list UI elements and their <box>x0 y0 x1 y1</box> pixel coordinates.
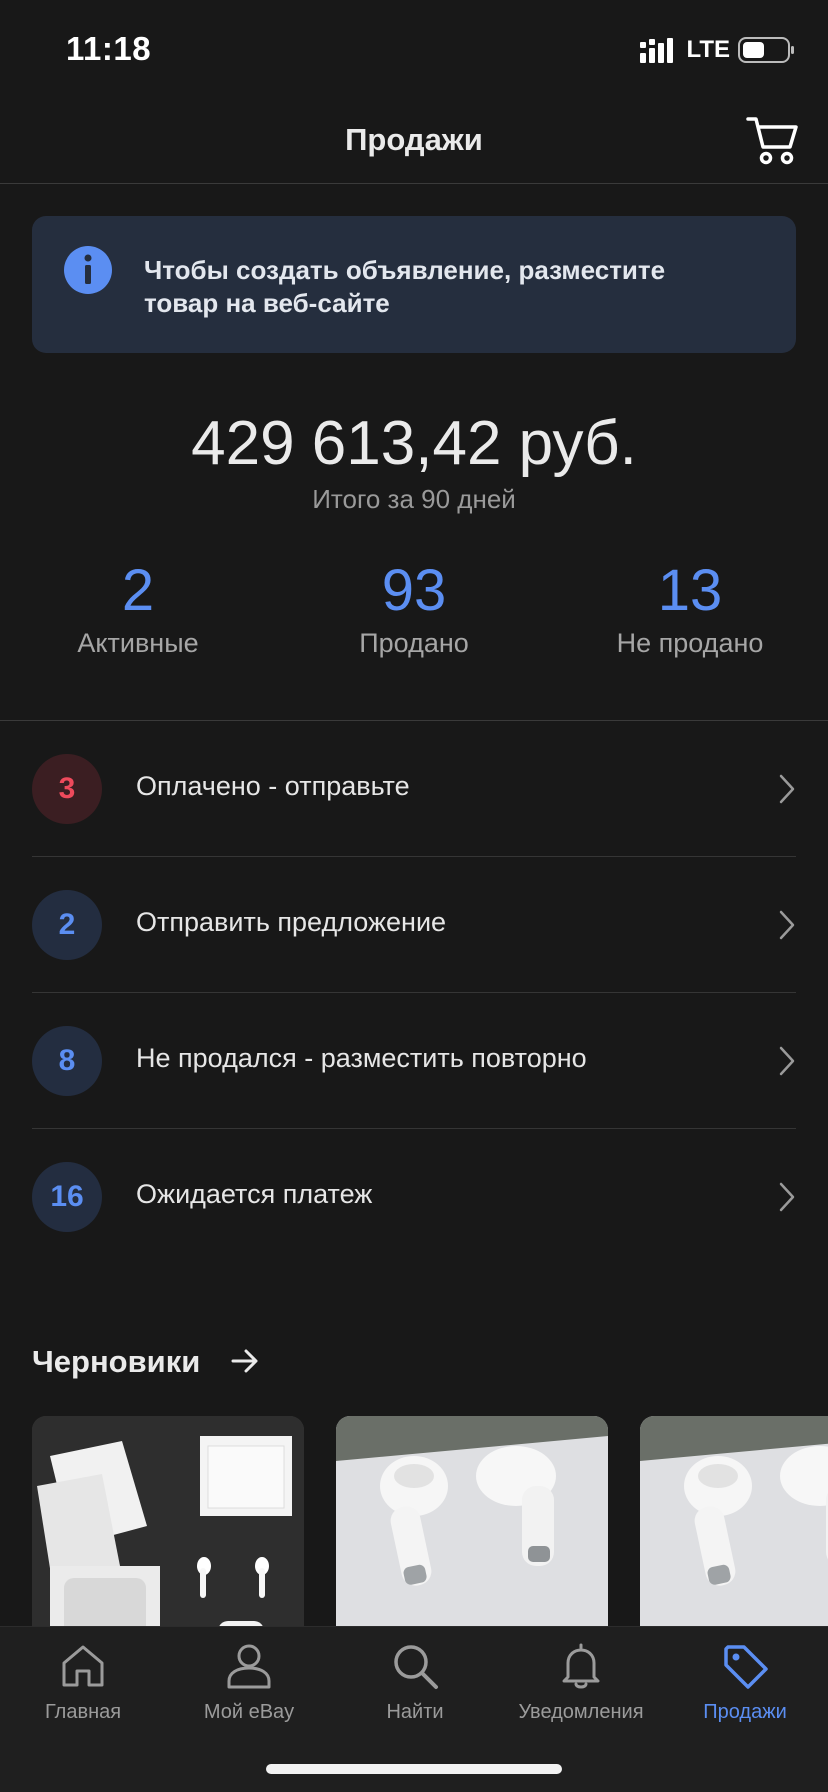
draft-thumbnail <box>640 1416 828 1626</box>
draft-thumbnail <box>32 1416 304 1626</box>
info-icon <box>64 246 112 294</box>
status-indicators: LTE <box>640 36 796 64</box>
stat-sold[interactable]: 93 Продано <box>276 558 552 659</box>
page-title: Продажи <box>345 122 483 157</box>
action-awaiting-payment[interactable]: 16 Ожидается платеж <box>32 1129 796 1265</box>
draft-card[interactable] <box>32 1416 304 1626</box>
tab-my-ebay[interactable]: Мой eBay <box>166 1641 332 1724</box>
search-icon <box>394 1645 438 1689</box>
network-type: LTE <box>686 36 730 63</box>
navigation-header: Продажи <box>0 96 828 184</box>
stat-value: 2 <box>121 558 155 623</box>
tab-label: Найти <box>386 1701 444 1723</box>
chevron-right-icon <box>779 1182 795 1212</box>
draft-card[interactable] <box>640 1416 828 1626</box>
stat-value: 13 <box>657 558 723 623</box>
home-icon <box>62 1645 104 1687</box>
stat-unsold[interactable]: 13 Не продано <box>552 558 828 659</box>
listing-stats: 2 Активные 93 Продано 13 Не продано <box>0 558 828 668</box>
action-label: Отправить предложение <box>136 907 447 937</box>
total-caption: Итого за 90 дней <box>312 484 516 514</box>
arrow-right-icon[interactable] <box>230 1346 260 1376</box>
tab-label: Уведомления <box>518 1701 644 1723</box>
person-icon <box>227 1644 271 1689</box>
battery-icon <box>738 37 794 63</box>
tab-notifications[interactable]: Уведомления <box>498 1641 664 1724</box>
bell-icon <box>562 1643 600 1689</box>
status-bar: 11:18 LTE <box>0 0 828 96</box>
selling-screen: 11:18 LTE Продажи Чтобы создать объявлен… <box>0 0 828 1792</box>
count-badge: 16 <box>32 1162 102 1232</box>
stat-label: Не продано <box>616 628 764 658</box>
stat-value: 93 <box>381 558 447 623</box>
tab-label: Мой eBay <box>203 1701 295 1723</box>
tag-icon <box>724 1645 768 1689</box>
action-label: Ожидается платеж <box>136 1179 373 1209</box>
selling-actions-list: 3 Оплачено - отправьте 2 Отправить предл… <box>32 721 796 1265</box>
chevron-right-icon <box>779 910 795 940</box>
status-time: 11:18 <box>66 30 152 67</box>
tab-selling[interactable]: Продажи <box>662 1641 828 1724</box>
action-send-offer[interactable]: 2 Отправить предложение <box>32 857 796 993</box>
tab-label: Главная <box>44 1701 122 1723</box>
count-badge: 2 <box>32 890 102 960</box>
home-indicator <box>266 1764 562 1774</box>
chevron-right-icon <box>779 1046 795 1076</box>
draft-card[interactable] <box>336 1416 608 1626</box>
info-banner: Чтобы создать объявление, разместите тов… <box>32 216 796 353</box>
tab-search[interactable]: Найти <box>332 1641 498 1724</box>
action-label: Не продался - разместить повторно <box>136 1043 587 1073</box>
drafts-carousel[interactable] <box>32 1416 828 1626</box>
info-banner-text: Чтобы создать объявление, разместите тов… <box>144 255 666 318</box>
stat-active[interactable]: 2 Активные <box>0 558 276 659</box>
action-paid-ship[interactable]: 3 Оплачено - отправьте <box>32 721 796 857</box>
count-badge: 3 <box>32 754 102 824</box>
tab-label: Продажи <box>703 1701 787 1723</box>
cellular-signal-icon <box>640 38 674 63</box>
draft-thumbnail <box>336 1416 608 1626</box>
chevron-right-icon <box>779 774 795 804</box>
total-amount: 429 613,42 руб. <box>191 409 637 478</box>
stat-label: Активные <box>77 628 199 658</box>
action-label: Оплачено - отправьте <box>136 771 410 801</box>
drafts-heading[interactable]: Черновики <box>32 1344 200 1380</box>
count-badge: 8 <box>32 1026 102 1096</box>
cart-icon[interactable] <box>746 114 798 166</box>
tab-home[interactable]: Главная <box>0 1641 166 1724</box>
stat-label: Продано <box>359 628 469 658</box>
action-relist[interactable]: 8 Не продался - разместить повторно <box>32 993 796 1129</box>
